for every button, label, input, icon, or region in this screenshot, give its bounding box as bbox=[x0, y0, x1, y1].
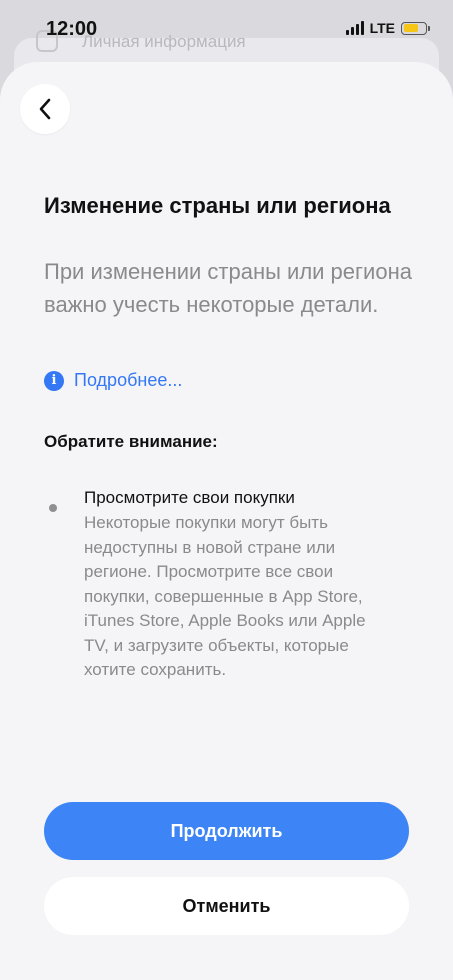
chevron-left-icon bbox=[39, 98, 51, 120]
cellular-signal-icon bbox=[345, 21, 364, 35]
more-info-label: Подробнее... bbox=[74, 370, 183, 390]
notice-item-description: Некоторые покупки могут быть недоступны … bbox=[84, 513, 366, 679]
status-indicators: LTE bbox=[345, 20, 430, 36]
notice-item-title: Просмотрите свои покупки bbox=[84, 488, 295, 507]
more-info-link[interactable]: i Подробнее... bbox=[44, 370, 182, 391]
info-icon: i bbox=[44, 370, 64, 391]
bullet-icon bbox=[49, 504, 57, 512]
status-time: 12:00 bbox=[46, 18, 98, 40]
cancel-button[interactable]: Отменить bbox=[44, 877, 409, 935]
back-button[interactable] bbox=[20, 84, 70, 134]
page-title: Изменение страны или региона bbox=[44, 193, 391, 218]
notice-heading: Обратите внимание: bbox=[44, 432, 218, 451]
status-bar: 12:00 LTE bbox=[0, 0, 453, 60]
page-subtitle: При изменении страны или региона важно у… bbox=[44, 259, 412, 317]
battery-icon bbox=[401, 21, 430, 35]
continue-button[interactable]: Продолжить bbox=[44, 802, 409, 860]
network-type: LTE bbox=[369, 20, 395, 36]
